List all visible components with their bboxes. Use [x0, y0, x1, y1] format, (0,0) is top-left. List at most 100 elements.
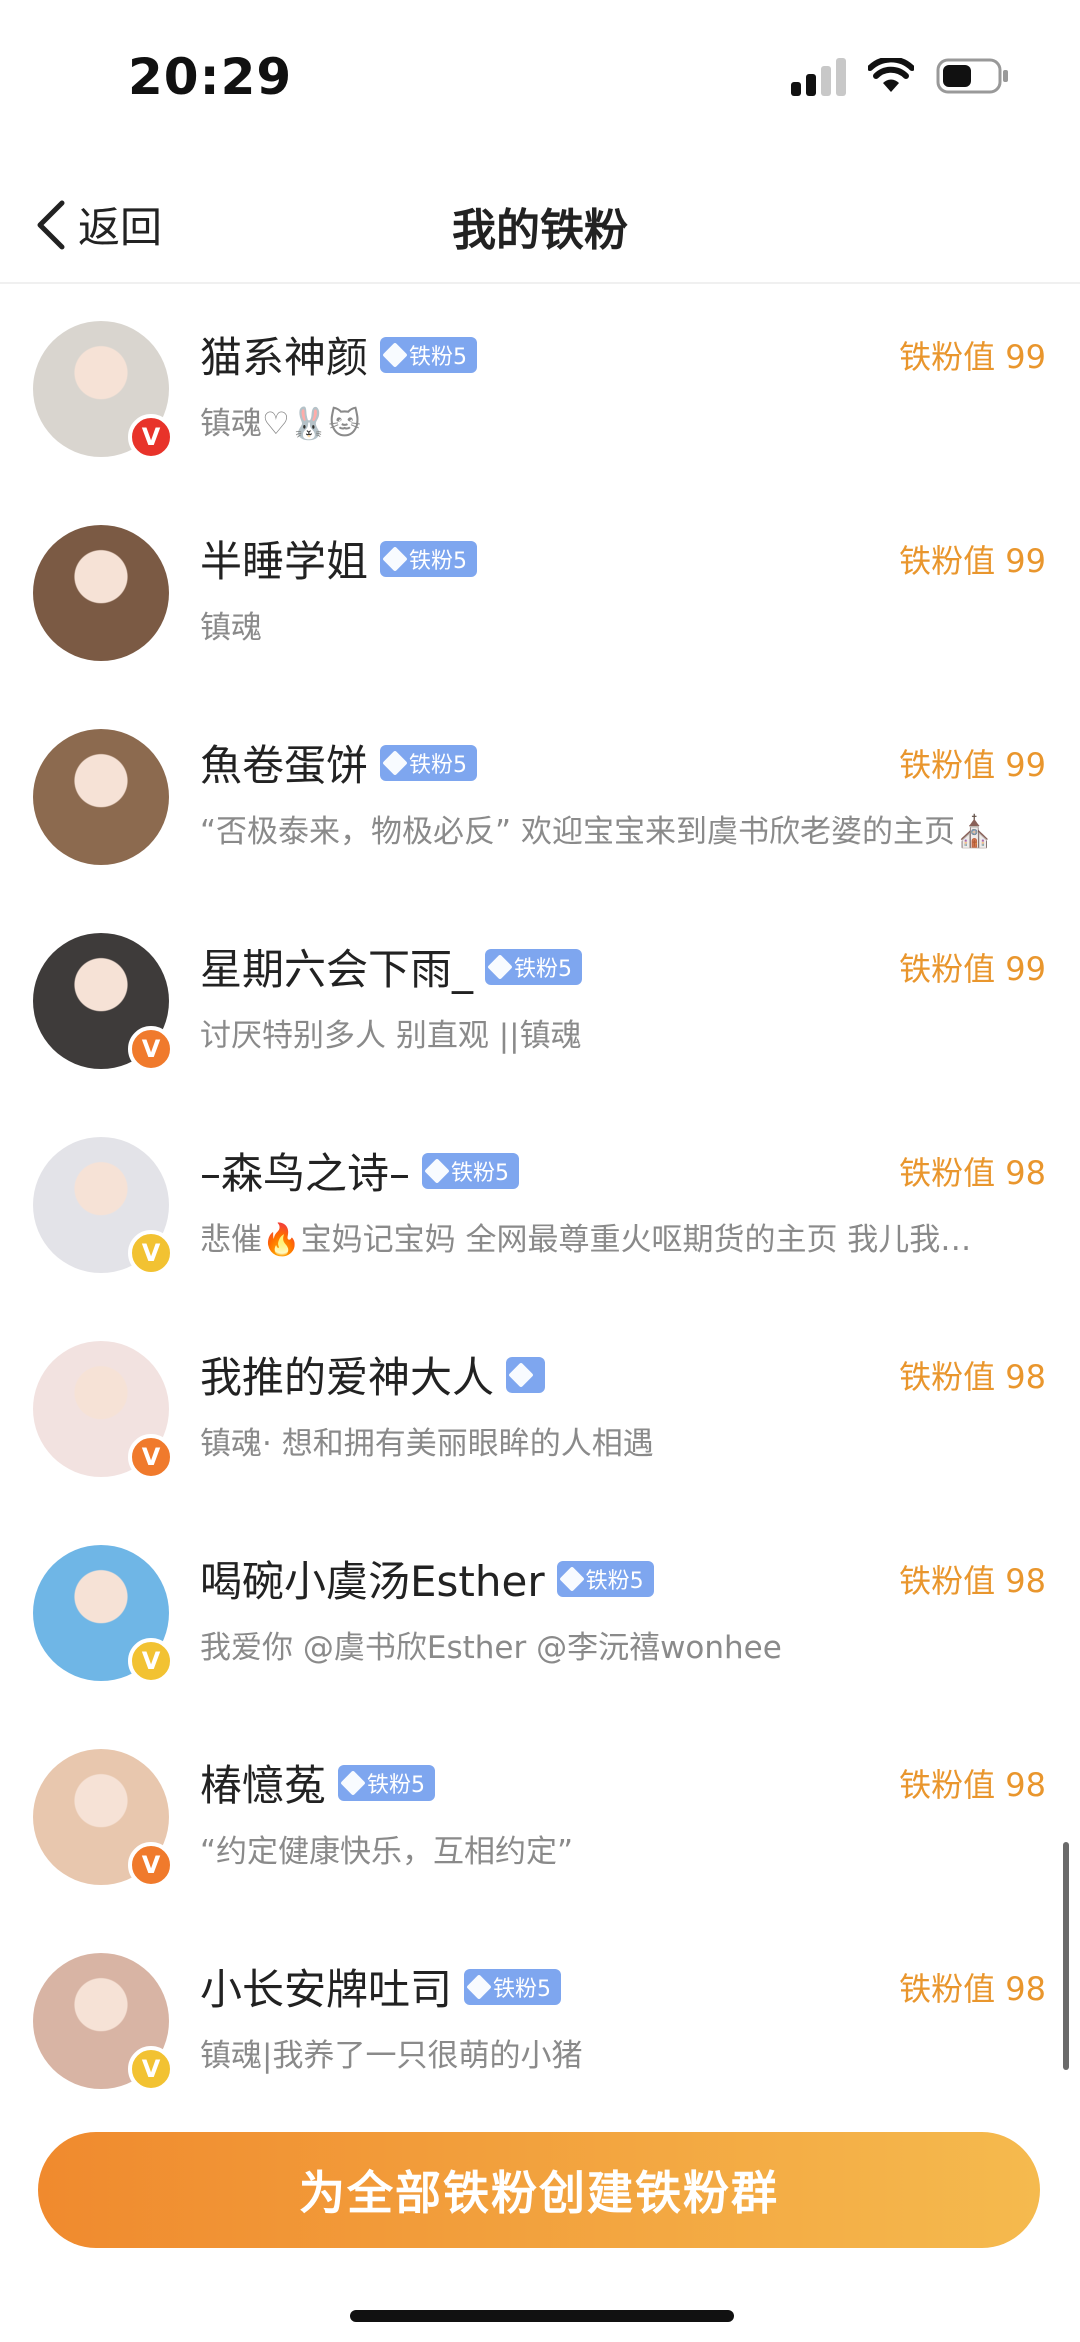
verified-badge-icon: V — [128, 1230, 174, 1276]
fan-level-badge: 铁粉5 — [556, 1560, 654, 1597]
fan-name-row: 椿憶菟 铁粉5 — [200, 1752, 436, 1813]
fan-name-row: –森鸟之诗– 铁粉5 — [200, 1140, 520, 1201]
fan-list-item[interactable]: V 椿憶菟 铁粉5 “约定健康快乐，互相约定” 铁粉值 98 — [0, 1714, 1080, 1918]
fan-name[interactable]: 星期六会下雨_ — [200, 936, 473, 997]
fan-list-item[interactable]: 半睡学姐 铁粉5 镇魂 铁粉值 99 — [0, 490, 1080, 694]
status-bar: 20:29 — [0, 0, 1080, 150]
fan-level-badge — [506, 1356, 546, 1393]
verified-badge-icon: V — [128, 1638, 174, 1684]
fan-bio: “约定健康快乐，互相约定” — [200, 1834, 574, 1870]
fan-score: 铁粉值 98 — [899, 1358, 1046, 1396]
diamond-icon — [382, 341, 408, 368]
avatar-wrap — [0, 490, 200, 694]
fan-level-badge: 铁粉5 — [485, 948, 583, 985]
fan-list-item[interactable]: V 喝碗小虞汤Esther 铁粉5 我爱你 @虞书欣Esther @李沅禧wonhee… — [0, 1510, 1080, 1714]
verified-badge-icon: V — [128, 2046, 174, 2092]
verified-badge-icon: V — [128, 1434, 174, 1480]
fan-bio: 镇魂 — [200, 610, 262, 646]
fan-name[interactable]: 猫系神颜 — [200, 324, 368, 385]
fan-level-badge: 铁粉5 — [338, 1764, 436, 1801]
fan-score: 铁粉值 98 — [899, 1970, 1046, 2008]
fan-level-label: 铁粉5 — [514, 956, 573, 982]
avatar-wrap: V — [0, 286, 200, 490]
fan-list-item[interactable]: V –森鸟之诗– 铁粉5 悲催🔥宝妈记宝妈 全网最尊重火呕期货的主页 我儿我… 铁粉值 … — [0, 1102, 1080, 1306]
fan-name-row: 星期六会下雨_ 铁粉5 — [200, 936, 583, 997]
avatar[interactable] — [33, 525, 169, 661]
fan-list-item[interactable]: V 星期六会下雨_ 铁粉5 讨厌特别多人 别直观 ||镇魂 铁粉值 99 — [0, 898, 1080, 1102]
fan-level-badge: 铁粉5 — [464, 1968, 562, 2005]
avatar-wrap: V — [0, 1714, 200, 1918]
page-title: 我的铁粉 — [452, 205, 628, 256]
fan-name[interactable]: 我推的爱神大人 — [200, 1344, 494, 1405]
avatar[interactable] — [33, 729, 169, 865]
battery-icon — [936, 58, 1008, 94]
fan-level-label: 铁粉5 — [451, 1160, 510, 1186]
fan-level-badge: 铁粉5 — [380, 336, 478, 373]
fan-score: 铁粉值 99 — [899, 950, 1046, 988]
fan-level-badge: 铁粉5 — [380, 540, 478, 577]
fan-score: 铁粉值 98 — [899, 1562, 1046, 1600]
fan-name-row: 喝碗小虞汤Esther 铁粉5 — [200, 1548, 654, 1609]
diamond-icon — [382, 749, 408, 776]
create-fan-group-button[interactable]: 为全部铁粉创建铁粉群 — [38, 2132, 1040, 2248]
fan-list[interactable]: V 猫系神颜 铁粉5 镇魂♡🐰🐱 铁粉值 99 半睡学姐 铁粉5 镇魂 铁粉值 99 魚卷蛋饼 铁粉… — [0, 286, 1080, 2106]
fan-bio: 镇魂· 想和拥有美丽眼眸的人相遇 — [200, 1426, 654, 1462]
fan-level-label: 铁粉5 — [367, 1772, 426, 1798]
home-indicator[interactable] — [350, 2310, 734, 2322]
fan-bio: “否极泰来，物极必反” 欢迎宝宝来到虞书欣老婆的主页⛪ — [200, 814, 994, 850]
diamond-icon — [487, 953, 513, 980]
fan-list-item[interactable]: V 小长安牌吐司 铁粉5 镇魂|我养了一只很萌的小猪 铁粉值 98 — [0, 1918, 1080, 2106]
fan-name[interactable]: 椿憶菟 — [200, 1752, 326, 1813]
fan-score: 铁粉值 99 — [899, 542, 1046, 580]
avatar-wrap: V — [0, 898, 200, 1102]
fan-name[interactable]: 喝碗小虞汤Esther — [200, 1548, 545, 1609]
fan-level-label: 铁粉5 — [409, 344, 468, 370]
fan-name[interactable]: –森鸟之诗– — [200, 1140, 410, 1201]
fan-name-row: 半睡学姐 铁粉5 — [200, 528, 478, 589]
fan-bio: 悲催🔥宝妈记宝妈 全网最尊重火呕期货的主页 我儿我… — [200, 1222, 972, 1258]
fan-level-label: 铁粉5 — [409, 548, 468, 574]
wifi-icon — [868, 58, 914, 92]
fan-name[interactable]: 小长安牌吐司 — [200, 1956, 452, 2017]
fan-level-badge: 铁粉5 — [422, 1152, 520, 1189]
avatar-wrap: V — [0, 1306, 200, 1510]
scrollbar[interactable] — [1063, 1842, 1069, 2070]
fan-score: 铁粉值 99 — [899, 338, 1046, 376]
signal-icon — [791, 56, 846, 96]
app-screen: 20:29 返回 我的铁粉 V 猫系神颜 铁粉5 镇魂♡🐰🐱 铁粉值 99 半睡… — [0, 0, 1080, 2342]
fan-bio: 镇魂|我养了一只很萌的小猪 — [200, 2038, 583, 2074]
fan-name[interactable]: 半睡学姐 — [200, 528, 368, 589]
fan-score: 铁粉值 98 — [899, 1766, 1046, 1804]
fan-level-label: 铁粉5 — [585, 1568, 644, 1594]
fan-bio: 我爱你 @虞书欣Esther @李沅禧wonhee — [200, 1630, 782, 1666]
fan-name-row: 猫系神颜 铁粉5 — [200, 324, 478, 385]
avatar-wrap: V — [0, 1918, 200, 2106]
verified-badge-icon: V — [128, 1026, 174, 1072]
avatar-wrap: V — [0, 1510, 200, 1714]
avatar-wrap — [0, 694, 200, 898]
fan-score: 铁粉值 98 — [899, 1154, 1046, 1192]
fan-level-label: 铁粉5 — [493, 1976, 552, 2002]
fan-name-row: 我推的爱神大人 — [200, 1344, 546, 1405]
fan-name-row: 小长安牌吐司 铁粉5 — [200, 1956, 562, 2017]
diamond-icon — [424, 1157, 450, 1184]
fan-bio: 讨厌特别多人 别直观 ||镇魂 — [200, 1018, 582, 1054]
verified-badge-icon: V — [128, 1842, 174, 1888]
fan-level-label: 铁粉5 — [409, 752, 468, 778]
fan-list-item[interactable]: V 猫系神颜 铁粉5 镇魂♡🐰🐱 铁粉值 99 — [0, 286, 1080, 490]
nav-bar: 返回 我的铁粉 — [0, 150, 1080, 284]
diamond-icon — [382, 545, 408, 572]
status-icons — [791, 56, 1010, 96]
fan-bio: 镇魂♡🐰🐱 — [200, 406, 361, 442]
bottom-area: 为全部铁粉创建铁粉群 — [0, 2106, 1080, 2342]
fan-score: 铁粉值 99 — [899, 746, 1046, 784]
fan-list-item[interactable]: 魚卷蛋饼 铁粉5 “否极泰来，物极必反” 欢迎宝宝来到虞书欣老婆的主页⛪ 铁粉值 99 — [0, 694, 1080, 898]
diamond-icon — [466, 1973, 492, 2000]
fan-name[interactable]: 魚卷蛋饼 — [200, 732, 368, 793]
status-time: 20:29 — [128, 48, 293, 106]
verified-badge-icon: V — [128, 414, 174, 460]
avatar-wrap: V — [0, 1102, 200, 1306]
diamond-icon — [558, 1565, 585, 1592]
diamond-icon — [340, 1769, 366, 1796]
fan-list-item[interactable]: V 我推的爱神大人镇魂· 想和拥有美丽眼眸的人相遇 铁粉值 98 — [0, 1306, 1080, 1510]
